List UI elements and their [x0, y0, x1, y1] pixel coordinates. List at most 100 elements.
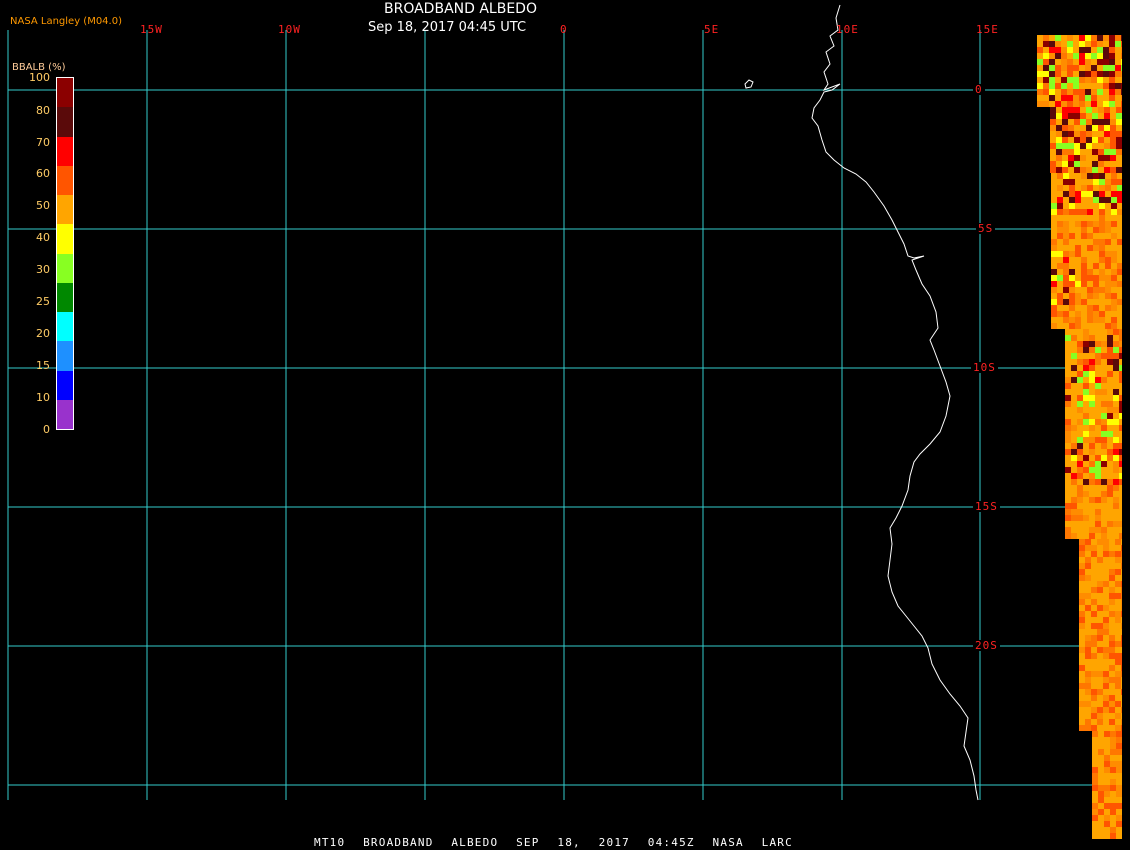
albedo-pixel: [1093, 215, 1099, 221]
albedo-pixel: [1093, 269, 1099, 275]
albedo-pixel: [1104, 143, 1110, 149]
albedo-pixel: [1089, 353, 1095, 359]
albedo-pixel: [1093, 209, 1099, 215]
albedo-pixel: [1101, 497, 1107, 503]
albedo-pixel: [1095, 503, 1101, 509]
albedo-pixel: [1117, 185, 1122, 191]
albedo-pixel: [1093, 263, 1099, 269]
albedo-pixel: [1049, 53, 1055, 59]
albedo-pixel: [1103, 701, 1109, 707]
albedo-pixel: [1079, 707, 1085, 713]
albedo-pixel: [1050, 107, 1056, 113]
albedo-pixel: [1077, 473, 1083, 479]
albedo-pixel: [1065, 521, 1071, 527]
lon-label-10e: 10E: [836, 23, 859, 36]
albedo-pixel: [1115, 665, 1121, 671]
albedo-pixel: [1107, 431, 1113, 437]
albedo-pixel: [1067, 53, 1073, 59]
albedo-pixel: [1073, 71, 1079, 77]
albedo-pixel: [1055, 83, 1061, 89]
albedo-pixel: [1049, 35, 1055, 41]
albedo-pixel: [1071, 509, 1077, 515]
albedo-pixel: [1075, 263, 1081, 269]
albedo-pixel: [1097, 71, 1103, 77]
albedo-pixel: [1085, 53, 1091, 59]
albedo-pixel: [1121, 539, 1122, 545]
albedo-pixel: [1109, 725, 1115, 731]
albedo-pixel: [1098, 815, 1104, 821]
albedo-pixel: [1095, 455, 1101, 461]
albedo-pixel: [1077, 509, 1083, 515]
albedo-pixel: [1092, 803, 1098, 809]
albedo-pixel: [1110, 113, 1116, 119]
albedo-pixel: [1051, 221, 1057, 227]
albedo-pixel: [1109, 89, 1115, 95]
albedo-pixel: [1095, 467, 1101, 473]
albedo-pixel: [1075, 275, 1081, 281]
albedo-pixel: [1104, 767, 1110, 773]
albedo-pixel: [1071, 521, 1077, 527]
color-scale-tick-label: 15: [36, 359, 50, 372]
albedo-pixel: [1085, 551, 1091, 557]
albedo-pixel: [1104, 107, 1110, 113]
albedo-pixel: [1113, 329, 1119, 335]
albedo-pixel: [1071, 347, 1077, 353]
albedo-pixel: [1073, 41, 1079, 47]
albedo-pixel: [1110, 161, 1116, 167]
albedo-pixel: [1063, 317, 1069, 323]
albedo-pixel: [1089, 485, 1095, 491]
albedo-pixel: [1095, 473, 1101, 479]
albedo-pixel: [1095, 479, 1101, 485]
albedo-pixel: [1103, 539, 1109, 545]
albedo-pixel: [1115, 629, 1121, 635]
albedo-pixel: [1109, 629, 1115, 635]
color-scale-tick-label: 10: [36, 391, 50, 404]
albedo-pixel: [1069, 281, 1075, 287]
albedo-pixel: [1067, 59, 1073, 65]
albedo-pixel: [1093, 275, 1099, 281]
albedo-pixel: [1105, 287, 1111, 293]
albedo-pixel: [1091, 89, 1097, 95]
albedo-pixel: [1065, 401, 1071, 407]
albedo-pixel: [1105, 257, 1111, 263]
albedo-pixel: [1104, 731, 1110, 737]
albedo-pixel: [1105, 185, 1111, 191]
albedo-pixel: [1068, 143, 1074, 149]
albedo-pixel: [1091, 671, 1097, 677]
albedo-pixel: [1089, 515, 1095, 521]
color-scale-bar: [56, 77, 74, 430]
albedo-pixel: [1092, 119, 1098, 125]
albedo-pixel: [1117, 173, 1122, 179]
albedo-pixel: [1117, 209, 1122, 215]
albedo-pixel: [1063, 245, 1069, 251]
albedo-pixel: [1107, 407, 1113, 413]
albedo-pixel: [1117, 305, 1122, 311]
albedo-pixel: [1063, 323, 1069, 329]
albedo-pixel: [1071, 437, 1077, 443]
color-scale-tick-label: 25: [36, 295, 50, 308]
albedo-pixel: [1097, 677, 1103, 683]
albedo-pixel: [1065, 491, 1071, 497]
albedo-pixel: [1071, 419, 1077, 425]
lat-lon-grid: [7, 30, 1122, 800]
albedo-pixel: [1119, 371, 1122, 377]
albedo-pixel: [1069, 179, 1075, 185]
albedo-pixel: [1079, 65, 1085, 71]
albedo-pixel: [1091, 725, 1097, 731]
albedo-pixel: [1083, 437, 1089, 443]
albedo-pixel: [1107, 533, 1113, 539]
albedo-pixel: [1051, 263, 1057, 269]
albedo-pixel: [1117, 299, 1122, 305]
albedo-pixel: [1104, 119, 1110, 125]
albedo-pixel: [1121, 605, 1122, 611]
albedo-pixel: [1089, 533, 1095, 539]
albedo-pixel: [1079, 611, 1085, 617]
albedo-pixel: [1117, 191, 1122, 197]
albedo-pixel: [1091, 701, 1097, 707]
albedo-pixel: [1103, 587, 1109, 593]
albedo-pixel: [1115, 701, 1121, 707]
albedo-pixel: [1099, 203, 1105, 209]
albedo-pixel: [1097, 647, 1103, 653]
albedo-pixel: [1063, 191, 1069, 197]
albedo-pixel: [1085, 539, 1091, 545]
